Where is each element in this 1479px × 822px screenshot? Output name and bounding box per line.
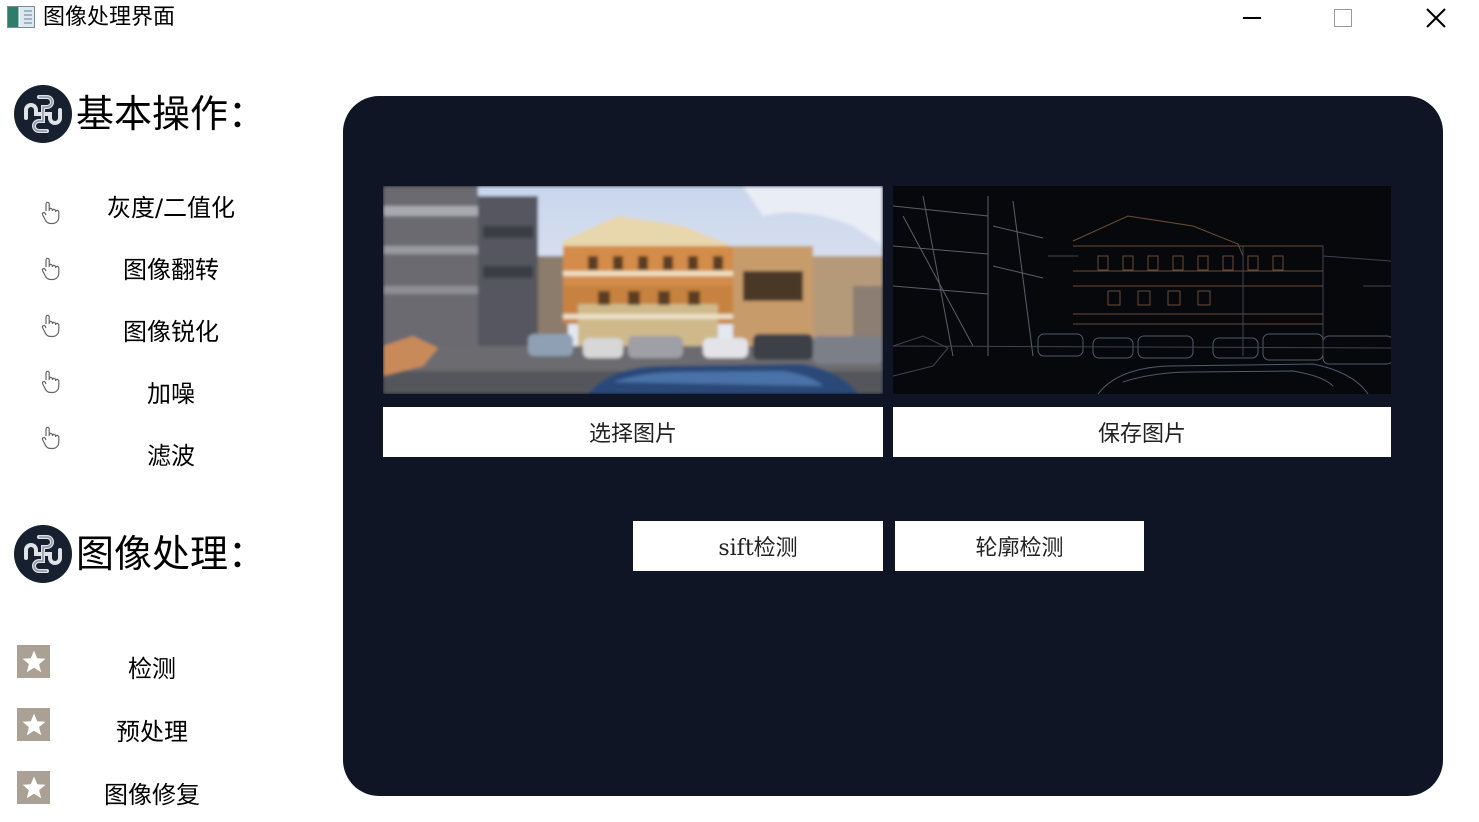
process-section-title: 图像处理： <box>76 532 267 576</box>
pointing-hand-icon <box>41 370 60 394</box>
maximize-button[interactable] <box>1320 0 1366 36</box>
contour-detect-button[interactable]: 轮廓检测 <box>895 521 1144 571</box>
star-icon <box>17 771 50 804</box>
puzzle-logo-icon <box>14 85 72 143</box>
pointing-hand-icon <box>41 426 60 450</box>
select-image-button[interactable]: 选择图片 <box>383 407 883 457</box>
pointing-hand-icon <box>41 314 60 338</box>
basic-item-label: 加噪 <box>147 380 195 408</box>
basic-section-header: 基本操作： <box>14 84 266 144</box>
pointing-hand-icon <box>41 201 60 225</box>
title-bar: 图像处理界面 <box>0 0 1479 36</box>
source-image <box>383 186 883 394</box>
basic-item-label: 图像翻转 <box>123 256 219 284</box>
star-icon <box>17 708 50 741</box>
process-item-label: 预处理 <box>116 718 188 746</box>
process-item-label: 检测 <box>128 655 176 683</box>
save-image-button[interactable]: 保存图片 <box>893 407 1391 457</box>
basic-item-label: 滤波 <box>147 442 195 470</box>
puzzle-logo-icon <box>14 525 72 583</box>
maximize-icon <box>1334 9 1352 27</box>
main-panel: 选择图片 保存图片 sift检测 轮廓检测 <box>343 96 1443 796</box>
pointing-hand-icon <box>41 257 60 281</box>
basic-item-label: 灰度/二值化 <box>106 194 236 222</box>
sift-detect-button[interactable]: sift检测 <box>633 521 883 571</box>
star-icon <box>17 645 50 678</box>
process-item-label: 图像修复 <box>104 781 200 809</box>
app-window-icon <box>7 6 35 28</box>
window-title: 图像处理界面 <box>43 5 176 30</box>
close-icon <box>1426 8 1446 28</box>
minimize-icon <box>1243 17 1261 19</box>
minimize-button[interactable] <box>1229 0 1275 36</box>
basic-item-label: 图像锐化 <box>123 318 219 346</box>
process-section-header: 图像处理： <box>14 524 266 584</box>
basic-section-title: 基本操作： <box>76 92 267 136</box>
result-image <box>893 186 1391 394</box>
close-button[interactable] <box>1413 0 1459 36</box>
